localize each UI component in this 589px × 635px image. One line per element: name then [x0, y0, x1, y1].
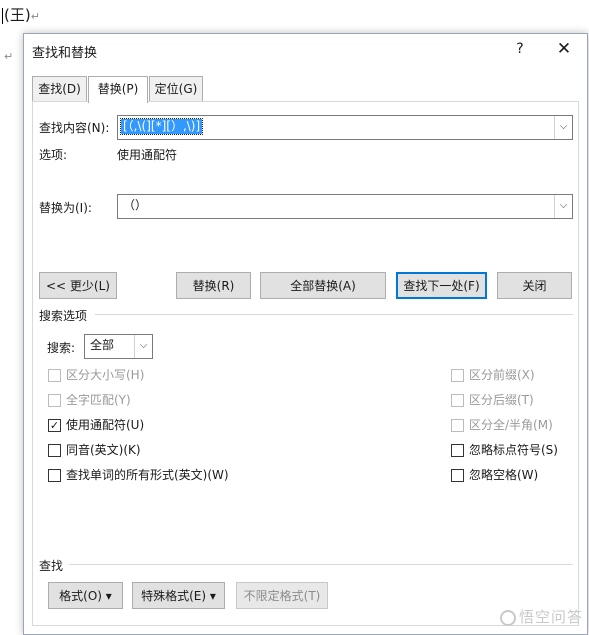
find-replace-dialog: 查找和替换 ? ✕ 查找(D) 替换(P) 定位(G) 查找内容(N): [（,… — [23, 33, 588, 635]
dialog-title: 查找和替换 — [32, 46, 98, 61]
checkmark-icon: ✓ — [48, 419, 61, 432]
less-button[interactable]: << 更少(L) — [39, 272, 117, 299]
document-text: (王)↵ — [2, 4, 40, 25]
document-text-content: (王) — [4, 6, 31, 24]
options-label: 选项: — [39, 148, 68, 162]
search-direction-select[interactable]: 全部 ⌵ — [84, 334, 153, 359]
search-options-label: 搜索选项 — [39, 309, 88, 323]
close-icon[interactable]: ✕ — [552, 38, 576, 60]
find-group-label: 查找 — [39, 559, 64, 573]
paragraph-mark-2: ↵ — [4, 50, 14, 63]
tab-find[interactable]: 查找(D) — [32, 76, 87, 101]
checkbox-box — [451, 419, 464, 432]
group-divider — [69, 564, 573, 565]
checkbox-box — [451, 394, 464, 407]
text-cursor — [2, 7, 3, 24]
watermark-logo-icon — [499, 609, 516, 626]
checkbox-box — [451, 369, 464, 382]
checkbox-box — [48, 394, 61, 407]
paragraph-mark: ↵ — [30, 10, 40, 23]
checkbox-box — [451, 469, 464, 482]
help-button[interactable]: ? — [509, 38, 531, 60]
replace-with-label: 替换为(I): — [39, 201, 92, 215]
special-format-button[interactable]: 特殊格式(E) ▾ — [132, 582, 225, 609]
chevron-down-icon[interactable]: ⌵ — [554, 195, 572, 218]
find-next-button[interactable]: 查找下一处(F) — [396, 272, 487, 299]
search-direction-label: 搜索: — [47, 341, 76, 355]
options-value: 使用通配符 — [117, 148, 178, 162]
checkbox-box — [451, 444, 464, 457]
replace-button[interactable]: 替换(R) — [176, 272, 251, 299]
group-divider — [95, 314, 573, 315]
replace-all-button[interactable]: 全部替换(A) — [260, 272, 386, 299]
checkbox-box — [48, 369, 61, 382]
close-button[interactable]: 关闭 — [497, 272, 572, 299]
replace-panel: 查找内容(N): [（,\(][*][）,\)] ⌵ 选项: 使用通配符 替换为… — [32, 101, 579, 626]
find-what-value: [（,\(][*][）,\)] — [119, 118, 204, 135]
watermark: 悟空问答 — [499, 606, 583, 627]
checkbox-box — [48, 469, 61, 482]
replace-with-combo[interactable]: （） ⌵ — [117, 194, 573, 219]
chevron-down-icon[interactable]: ⌵ — [134, 335, 152, 358]
find-what-combo[interactable]: [（,\(][*][）,\)] ⌵ — [117, 115, 573, 140]
checkbox-box — [48, 444, 61, 457]
find-what-label: 查找内容(N): — [39, 121, 110, 135]
no-formatting-button: 不限定格式(T) — [236, 582, 328, 609]
format-button[interactable]: 格式(O) ▾ — [48, 582, 123, 609]
tab-replace[interactable]: 替换(P) — [88, 76, 148, 103]
search-direction-value: 全部 — [90, 338, 115, 352]
replace-with-value: （） — [123, 198, 148, 212]
chevron-down-icon[interactable]: ⌵ — [554, 116, 572, 139]
tab-goto[interactable]: 定位(G) — [149, 76, 203, 101]
